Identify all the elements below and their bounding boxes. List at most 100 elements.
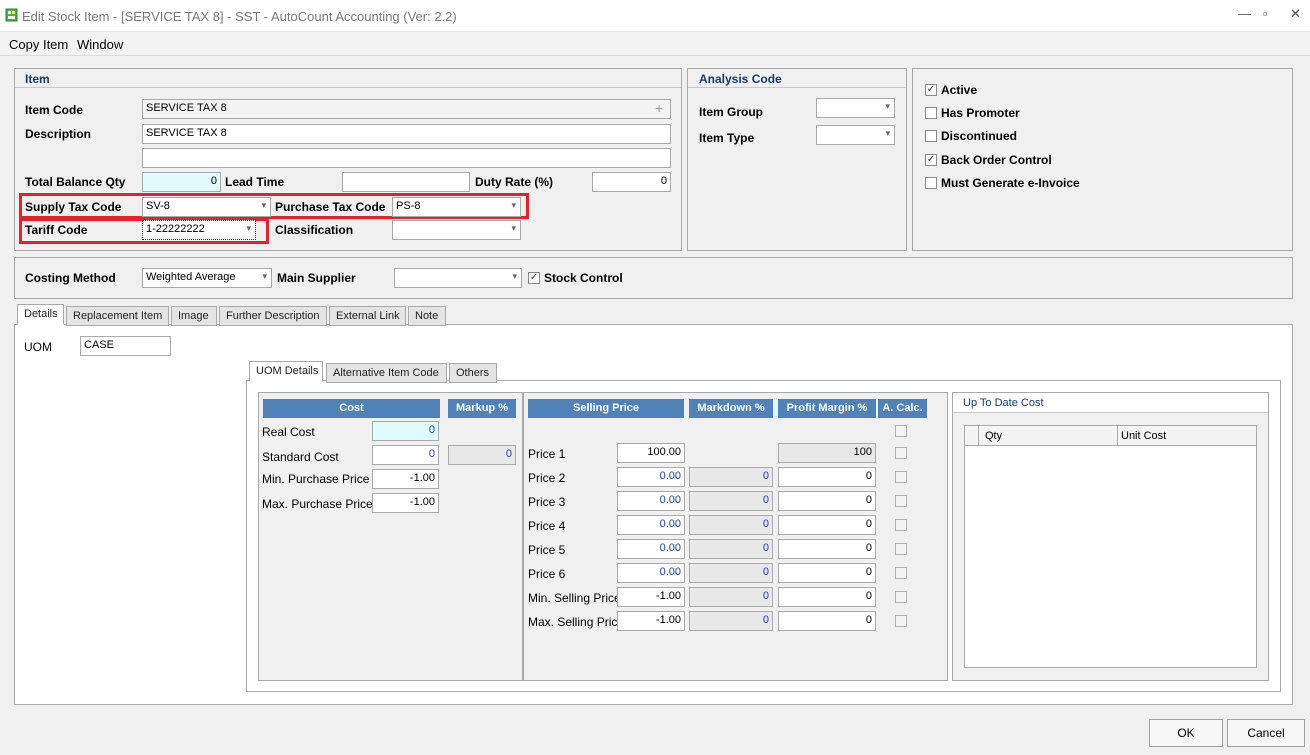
window-title: Edit Stock Item - [SERVICE TAX 8] - SST … [22,9,457,24]
supply-tax-code-label: Supply Tax Code [25,200,122,214]
price-3-auto-calc-checkbox[interactable] [895,495,907,507]
item-type-select[interactable] [816,125,895,145]
tab-others[interactable]: Others [449,363,497,383]
purchase-tax-code-select[interactable]: PS-8 [392,197,521,217]
selling-group [523,392,948,681]
max-selling-price-margin[interactable]: 0 [778,611,876,631]
price-6-field[interactable]: 0.00 [617,563,685,583]
menu-window[interactable]: Window [77,37,123,52]
menu-copy-item[interactable]: Copy Item [9,37,68,52]
price-2-label: Price 2 [528,471,566,485]
costing-method-value: Weighted Average [146,271,236,283]
lead-time-label: Lead Time [225,175,285,189]
active-checkbox[interactable]: ✓ [925,84,937,96]
price-3-field[interactable]: 0.00 [617,491,685,511]
plus-icon[interactable]: + [655,100,663,116]
analysis-code-title: Analysis Code [699,72,782,86]
item-type-label: Item Type [699,131,755,145]
ok-button[interactable]: OK [1149,719,1223,747]
has-promoter-label: Has Promoter [941,106,1020,120]
selling-price-header: Selling Price [528,399,684,418]
costing-method-label: Costing Method [25,271,116,285]
discontinued-checkbox[interactable] [925,130,937,142]
min-selling-price-label: Min. Selling Price [528,591,621,605]
price-5-auto-calc-checkbox[interactable] [895,543,907,555]
price-5-field[interactable]: 0.00 [617,539,685,559]
price-4-field[interactable]: 0.00 [617,515,685,535]
has-promoter-checkbox[interactable] [925,107,937,119]
tab-uom-details[interactable]: UOM Details [249,361,323,382]
price-2-markdown: 0 [689,467,773,487]
item-code-value: SERVICE TAX 8 [146,102,227,114]
lead-time-field[interactable] [342,172,470,192]
tab-external-link[interactable]: External Link [329,306,406,326]
close-icon[interactable]: ✕ [1290,6,1301,22]
classification-select[interactable] [392,220,521,240]
description-label: Description [25,127,92,141]
description-2-field[interactable] [142,148,671,168]
price-3-margin[interactable]: 0 [778,491,876,511]
standard-cost-field[interactable]: 0 [372,445,439,465]
standard-cost-label: Standard Cost [262,450,339,464]
min-selling-price-field[interactable]: -1.00 [617,587,685,607]
item-group-label: Item Group [699,105,764,119]
main-supplier-select[interactable] [394,268,522,288]
real-cost-label: Real Cost [262,425,315,439]
price-4-auto-calc-checkbox[interactable] [895,519,907,531]
item-group-select[interactable] [816,98,895,118]
tab-details[interactable]: Details [17,304,64,325]
duty-rate-field[interactable]: 0 [592,172,671,192]
min-purchase-price-label: Min. Purchase Price [262,472,370,486]
auto-calc-all-checkbox[interactable] [895,425,907,437]
stock-control-label: Stock Control [544,271,623,285]
max-selling-price-auto-calc-checkbox[interactable] [895,615,907,627]
min-selling-price-auto-calc-checkbox[interactable] [895,591,907,603]
description-field[interactable]: SERVICE TAX 8 [142,124,671,144]
qty-column-header[interactable]: Qty [985,430,1002,442]
up-to-date-cost-grid [964,425,1257,668]
tariff-code-value: 1-22222222 [146,223,205,235]
price-2-field[interactable]: 0.00 [617,467,685,487]
profit-margin-header: Profit Margin % [778,399,876,418]
price-6-margin[interactable]: 0 [778,563,876,583]
minimize-icon[interactable]: — [1238,6,1251,21]
max-purchase-price-field[interactable]: -1.00 [372,493,439,513]
min-selling-price-margin[interactable]: 0 [778,587,876,607]
unit-cost-column-header[interactable]: Unit Cost [1121,430,1166,442]
price-1-field[interactable]: 100.00 [617,443,685,463]
purchase-tax-code-label: Purchase Tax Code [275,200,386,214]
max-selling-price-markdown: 0 [689,611,773,631]
menu-bar: Copy Item Window [0,32,1310,56]
price-6-auto-calc-checkbox[interactable] [895,567,907,579]
max-selling-price-field[interactable]: -1.00 [617,611,685,631]
tariff-code-select[interactable]: 1-22222222 [142,220,256,240]
price-1-label: Price 1 [528,447,566,461]
purchase-tax-code-value: PS-8 [396,200,421,212]
price-1-auto-calc-checkbox[interactable] [895,447,907,459]
maximize-icon[interactable]: ▫ [1263,6,1268,21]
tab-image[interactable]: Image [171,306,217,326]
uom-field[interactable]: CASE [80,336,171,356]
back-order-control-checkbox[interactable]: ✓ [925,154,937,166]
classification-label: Classification [275,223,354,237]
item-code-field[interactable]: SERVICE TAX 8 [142,99,671,119]
active-label: Active [941,83,978,97]
item-panel-title: Item [25,72,50,86]
must-generate-einvoice-checkbox[interactable] [925,177,937,189]
tab-replacement-item[interactable]: Replacement Item [66,306,169,326]
costing-method-select[interactable]: Weighted Average [142,268,272,288]
price-4-margin[interactable]: 0 [778,515,876,535]
min-purchase-price-field[interactable]: -1.00 [372,469,439,489]
price-5-margin[interactable]: 0 [778,539,876,559]
price-4-markdown: 0 [689,515,773,535]
stock-control-checkbox[interactable]: ✓ [528,272,540,284]
cancel-button[interactable]: Cancel [1227,719,1305,747]
tab-alternative-item-code[interactable]: Alternative Item Code [326,363,447,383]
min-selling-price-markdown: 0 [689,587,773,607]
price-2-auto-calc-checkbox[interactable] [895,471,907,483]
tab-further-description[interactable]: Further Description [219,306,327,326]
tab-note[interactable]: Note [408,306,446,326]
price-2-margin[interactable]: 0 [778,467,876,487]
price-6-markdown: 0 [689,563,773,583]
supply-tax-code-select[interactable]: SV-8 [142,197,271,217]
